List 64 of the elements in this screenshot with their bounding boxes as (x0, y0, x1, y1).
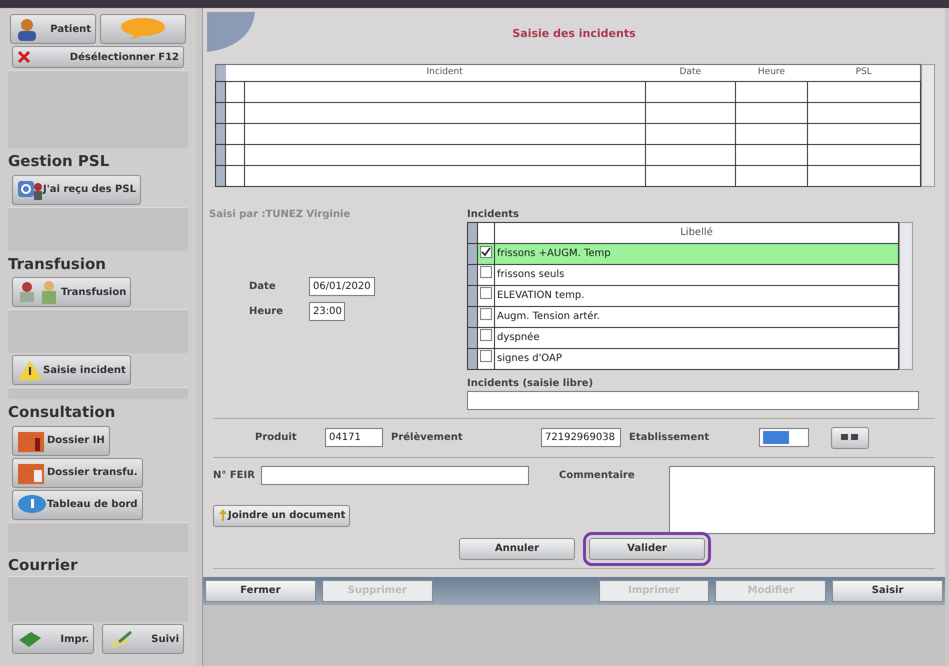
checkbox[interactable] (480, 329, 492, 341)
toolbar-button[interactable]: Saisir (832, 580, 943, 602)
window-title: Saisie des incidents (512, 26, 636, 42)
input-field[interactable] (261, 466, 529, 484)
warning-icon (17, 359, 43, 381)
column-header[interactable]: Libellé (494, 222, 898, 243)
sidebar-button[interactable]: J'ai reçu des PSL (12, 174, 141, 204)
list-label: Incidents (467, 208, 520, 222)
deselect-button[interactable]: Désélectionner F12 (12, 46, 184, 68)
input-field[interactable]: 72192969038 (541, 428, 621, 447)
column-header[interactable]: Heure (735, 64, 808, 81)
close-icon (17, 50, 31, 64)
list-item[interactable]: frissons seuls (494, 264, 898, 285)
field-label: Prélèvement (391, 431, 464, 445)
list-item[interactable]: dyspnée (494, 327, 898, 348)
cancel-button[interactable]: Annuler (459, 538, 575, 560)
pencil-icon (107, 628, 133, 650)
input-field[interactable]: 04171 (325, 428, 383, 447)
list-item[interactable]: signes d'OAP (494, 348, 898, 369)
sidebar-button[interactable]: Patient (10, 14, 96, 44)
checkbox[interactable] (480, 308, 492, 320)
field-label: Incidents (saisie libre) (467, 376, 594, 390)
scrollbar[interactable] (921, 64, 935, 186)
chat-button[interactable] (100, 14, 186, 44)
upload-arrow-icon (218, 508, 228, 522)
list-item[interactable]: frissons +AUGM. Temp (494, 243, 898, 264)
sidebar-button[interactable]: Dossier transfu. (12, 458, 142, 488)
field-label: Etablissement (629, 431, 710, 445)
list-item[interactable]: ELEVATION temp. (494, 285, 898, 306)
sidebar-button[interactable]: Dossier IH (12, 426, 110, 456)
scrollbar[interactable] (899, 222, 913, 370)
section-title: Courrier (8, 554, 78, 576)
field-label: N° FEIR (213, 468, 256, 482)
section-title: Gestion PSL (8, 151, 110, 172)
attach-document-button[interactable]: Joindre un document (213, 504, 350, 526)
section-title: Transfusion (8, 254, 107, 274)
section-title: Consultation (8, 402, 116, 423)
checkbox[interactable] (480, 350, 492, 362)
sidebar-button[interactable]: Saisie incident (12, 355, 131, 385)
input-field[interactable]: 23:00 (309, 302, 345, 320)
field-label: Produit (255, 431, 298, 445)
input-field[interactable]: 06/01/2020 (309, 276, 375, 296)
field-label: Date (249, 280, 277, 294)
column-header[interactable]: Incident (244, 64, 646, 81)
grid-icon (840, 433, 860, 442)
corner-ornament-icon (205, 10, 257, 54)
checkbox[interactable] (480, 246, 492, 258)
sidebar-button[interactable]: Impr. (12, 624, 94, 654)
input-field[interactable] (759, 428, 809, 447)
sidebar-button[interactable]: Suivi (102, 624, 184, 654)
grid-button[interactable] (831, 426, 869, 448)
toolbar-button[interactable]: Fermer (205, 580, 316, 602)
checkbox[interactable] (480, 287, 492, 299)
field-label: Heure (249, 304, 284, 318)
sidebar-button[interactable]: Transfusion (12, 277, 132, 307)
entered-by-text: Saisi par :TUNEZ Virginie (209, 208, 352, 222)
comment-box[interactable] (669, 466, 935, 534)
field-label: Commentaire (559, 468, 636, 482)
column-header[interactable]: Date (645, 64, 736, 81)
input-field[interactable] (467, 390, 919, 410)
column-header[interactable]: PSL (807, 64, 920, 81)
list-item[interactable]: Augm. Tension artér. (494, 306, 898, 327)
sidebar-button[interactable]: Tableau de bord (12, 490, 143, 520)
checkbox[interactable] (480, 266, 492, 278)
